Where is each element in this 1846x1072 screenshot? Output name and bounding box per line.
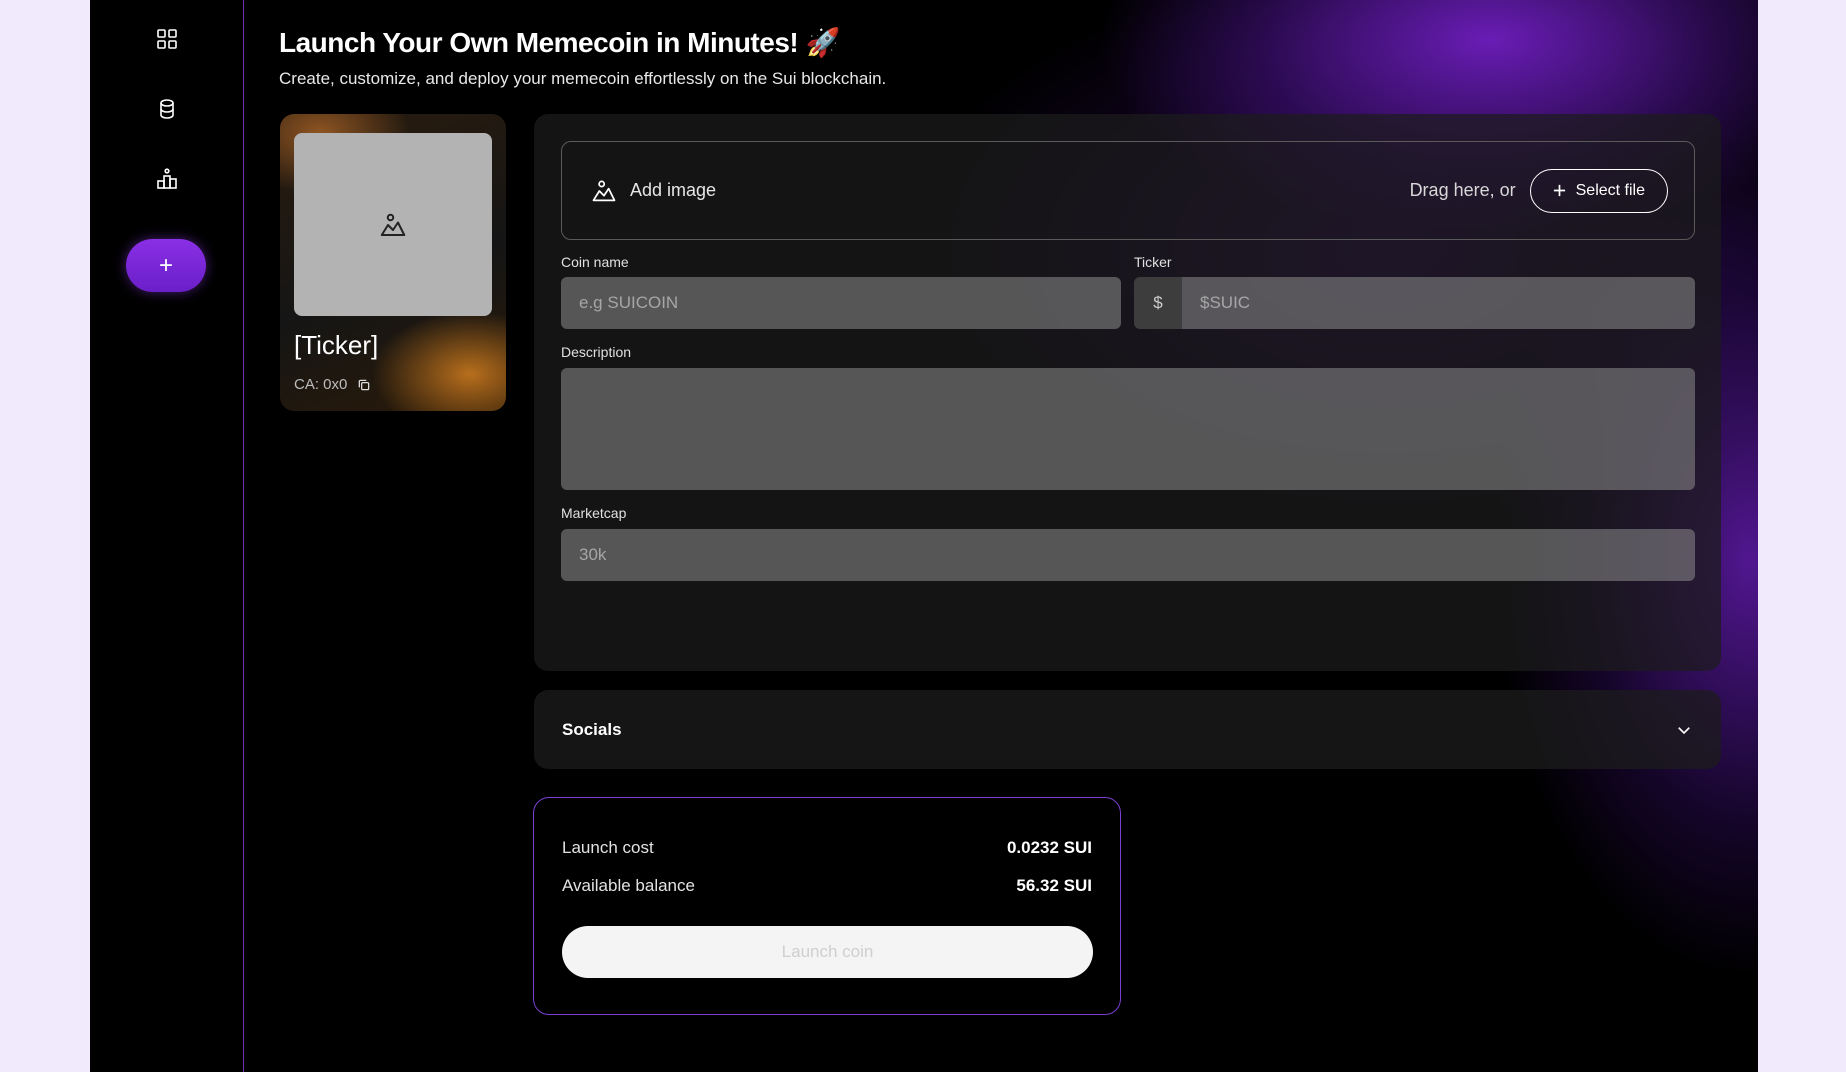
ticker-prefix: $ <box>1134 277 1182 329</box>
socials-title: Socials <box>562 719 622 739</box>
socials-accordion[interactable]: Socials <box>534 690 1721 769</box>
plus-icon <box>1553 184 1565 197</box>
page-header: Launch Your Own Memecoin in Minutes! 🚀 C… <box>279 26 886 89</box>
grid-icon <box>157 29 177 49</box>
available-balance-row: Available balance 56.32 SUI <box>562 876 1092 896</box>
description-input[interactable] <box>561 368 1695 490</box>
coin-name-label: Coin name <box>561 254 629 270</box>
marketcap-input[interactable] <box>561 529 1695 581</box>
add-image-label: Add image <box>630 180 717 200</box>
drag-hint: Drag here, or <box>1409 180 1516 200</box>
launch-cost-row: Launch cost 0.0232 SUI <box>562 838 1092 858</box>
coin-stack-icon <box>160 99 174 119</box>
select-file-label: Select file <box>1575 181 1645 199</box>
preview-image-placeholder <box>294 133 492 316</box>
marketcap-label: Marketcap <box>561 505 627 521</box>
chevron-down-icon <box>1678 726 1690 734</box>
coin-form: Add image Drag here, or Select file Coin… <box>534 114 1721 671</box>
leaderboard-icon <box>157 168 177 189</box>
add-image: Add image <box>590 177 716 205</box>
coin-preview-card: [Ticker] CA: 0x0 <box>280 114 506 411</box>
ticker-input[interactable] <box>1182 277 1695 329</box>
select-file-button[interactable]: Select file <box>1529 168 1668 213</box>
launch-cost-value: 0.0232 SUI <box>1006 838 1092 857</box>
preview-contract-address: CA: 0x0 <box>294 376 371 393</box>
image-icon <box>380 213 406 236</box>
page-subtitle: Create, customize, and deploy your memec… <box>279 69 887 88</box>
sidebar-item-dashboard[interactable] <box>152 24 182 54</box>
available-balance-label: Available balance <box>562 876 695 895</box>
coin-name-input[interactable] <box>561 277 1121 329</box>
description-label: Description <box>561 344 632 360</box>
launch-cost-label: Launch cost <box>562 838 654 857</box>
contract-address-text: CA: 0x0 <box>294 376 348 393</box>
launch-coin-button[interactable]: Launch coin <box>562 926 1093 978</box>
preview-ticker: [Ticker] <box>294 330 379 360</box>
launch-summary: Launch cost 0.0232 SUI Available balance… <box>533 797 1121 1015</box>
app-window: + Launch Your Own Memecoin in Minutes! 🚀… <box>90 0 1758 1072</box>
dropzone-actions: Drag here, or Select file <box>1409 168 1668 213</box>
page-title: Launch Your Own Memecoin in Minutes! 🚀 <box>279 27 840 58</box>
copy-icon[interactable] <box>357 378 371 392</box>
sidebar: + <box>90 0 244 1072</box>
sidebar-item-leaderboard[interactable] <box>152 164 182 194</box>
ticker-label: Ticker <box>1134 254 1172 270</box>
sidebar-item-coins[interactable] <box>152 94 182 124</box>
available-balance-value: 56.32 SUI <box>1016 876 1092 895</box>
image-icon <box>592 180 616 201</box>
create-coin-button[interactable]: + <box>126 239 206 292</box>
image-dropzone[interactable]: Add image Drag here, or Select file <box>561 141 1695 240</box>
